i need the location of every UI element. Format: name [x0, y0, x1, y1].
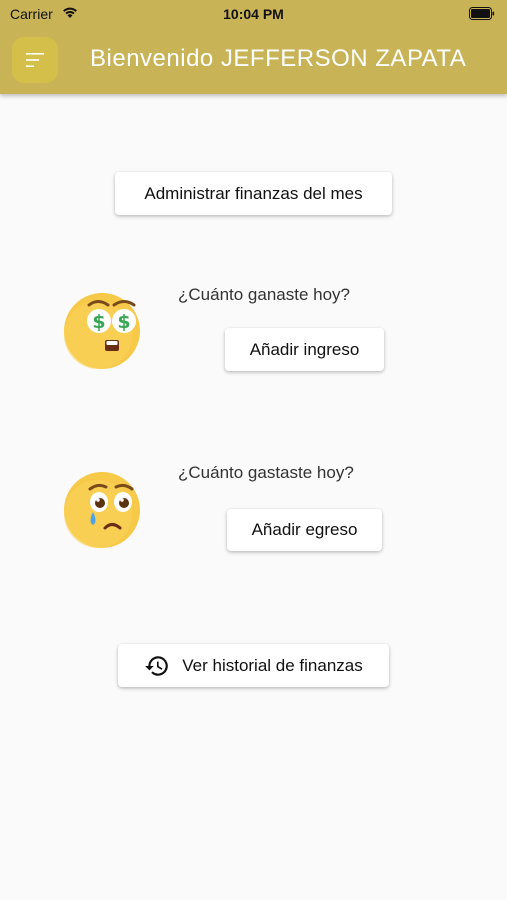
manage-finances-button[interactable]: Administrar finanzas del mes [115, 172, 392, 215]
status-bar: Carrier 10:04 PM [0, 0, 507, 28]
finance-history-label: Ver historial de finanzas [182, 655, 363, 675]
finance-history-button[interactable]: Ver historial de finanzas [118, 644, 389, 687]
app-bar: Carrier 10:04 PM Bienvenido JEFFERSON ZA… [0, 0, 507, 94]
income-question: ¿Cuánto ganaste hoy? [178, 285, 351, 304]
sad-tear-emoji-icon [64, 472, 140, 548]
add-income-button[interactable]: Añadir ingreso [225, 328, 384, 371]
add-expense-button[interactable]: Añadir egreso [227, 509, 382, 551]
svg-text:$: $ [92, 311, 105, 333]
battery-icon [469, 7, 495, 20]
history-icon [145, 655, 169, 676]
status-time: 10:04 PM [223, 6, 284, 22]
svg-text:$: $ [117, 311, 130, 333]
expense-question: ¿Cuánto gastaste hoy? [178, 463, 354, 482]
money-eyes-emoji-icon: $ $ [64, 293, 140, 369]
page-title: Bienvenido JEFFERSON ZAPATA [90, 45, 467, 72]
menu-button[interactable] [12, 37, 58, 83]
menu-icon [26, 53, 44, 67]
